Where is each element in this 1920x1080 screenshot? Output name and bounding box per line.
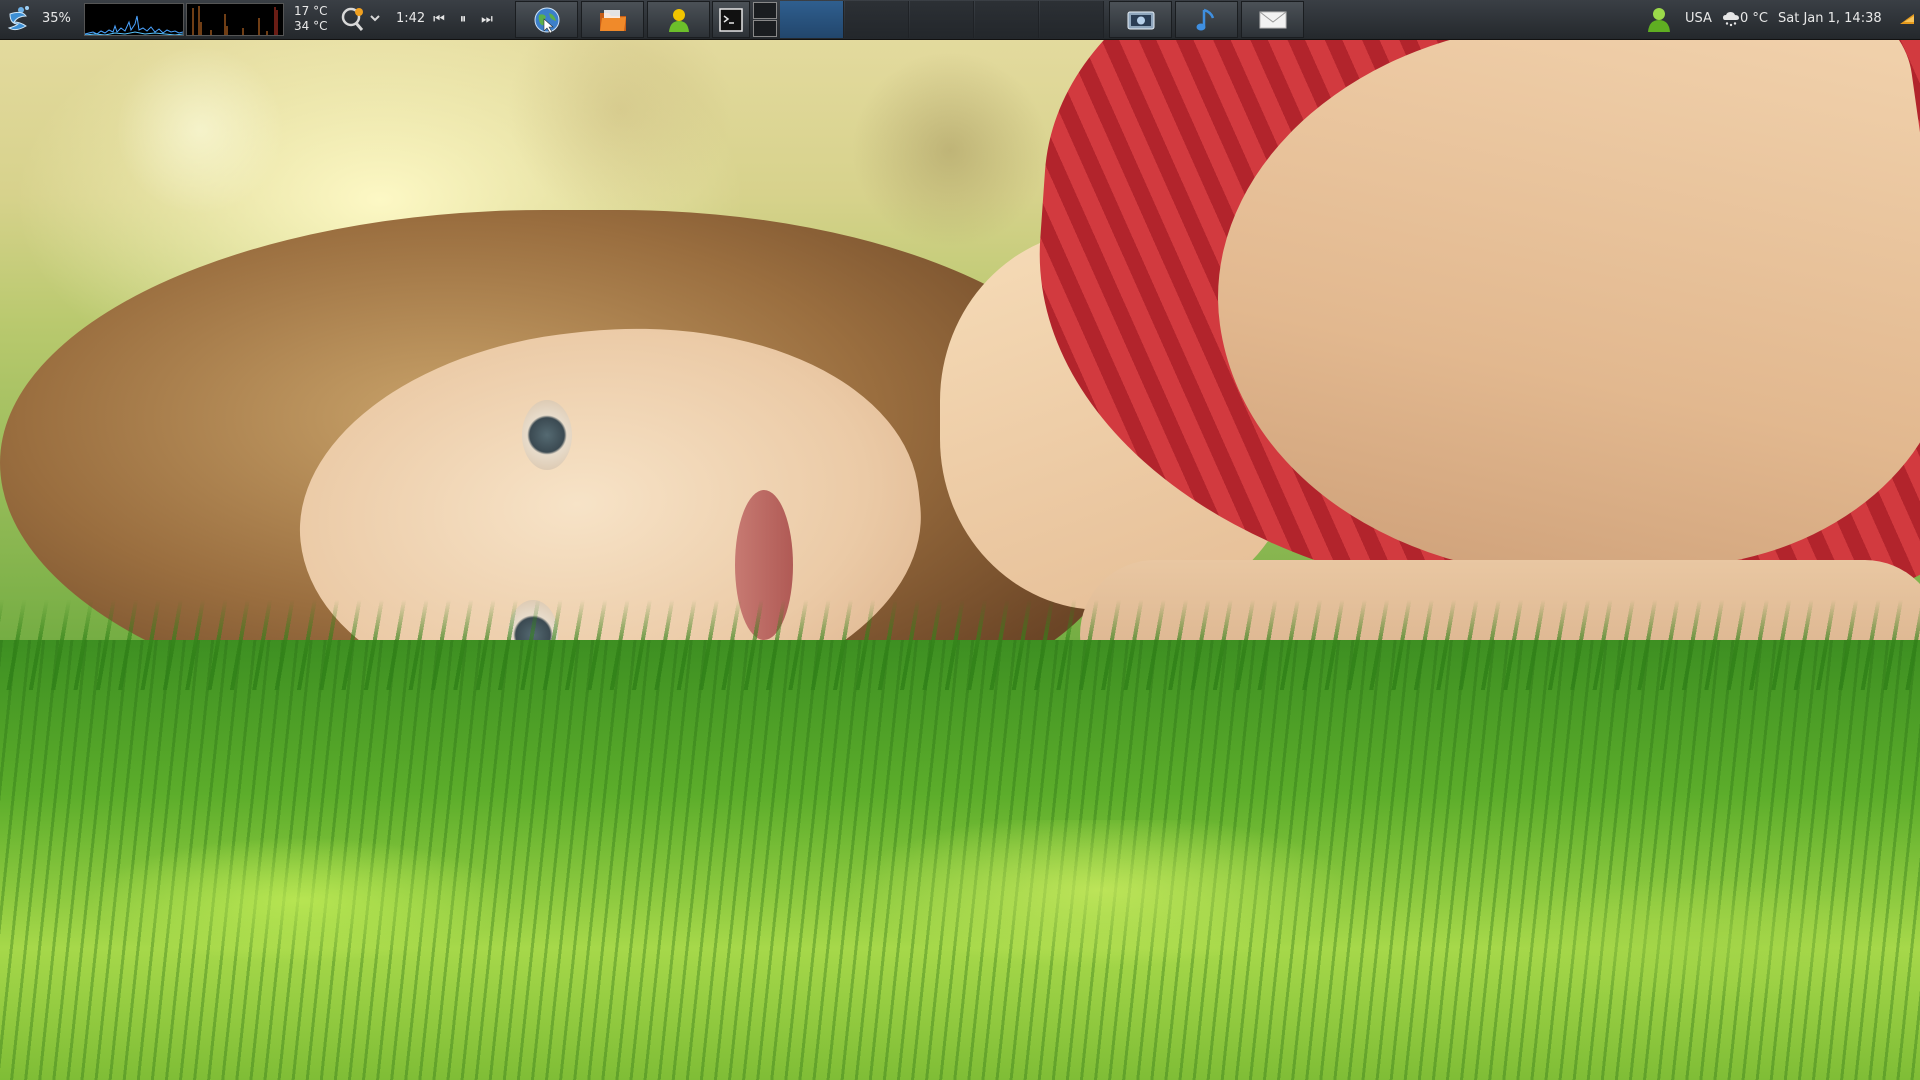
terminal-icon (719, 7, 743, 32)
workspace-3[interactable] (910, 1, 974, 38)
media-elapsed-time: 1:42 (396, 11, 426, 26)
chat-contact-icon (668, 8, 689, 32)
wallpaper-grass-foreground (0, 820, 1920, 1080)
application-menu-button[interactable] (4, 4, 34, 34)
browser-launcher[interactable] (515, 1, 578, 38)
folder-icon (599, 9, 626, 31)
weather-tool-icon (341, 7, 380, 31)
media-previous-button[interactable]: ⏮ (430, 10, 448, 28)
application-menu-icon (7, 6, 29, 31)
weather-tool-button[interactable] (339, 5, 385, 33)
system-monitor-plot (192, 6, 278, 35)
top-panel: 35% 17 °C 34 °C 1:42 ⏮ ⏸ ⏭ USA 0 °C Sat … (0, 0, 1920, 40)
media-next-button[interactable]: ⏭ (478, 10, 496, 28)
globe-icon (534, 7, 559, 33)
wallpaper-grass-tips (0, 600, 1920, 690)
wallpaper-eye (522, 400, 572, 470)
workspace-5[interactable] (1040, 1, 1104, 38)
desktop[interactable]: 35% 17 °C 34 °C 1:42 ⏮ ⏸ ⏭ USA 0 °C Sat … (0, 0, 1920, 1080)
network-graph[interactable] (84, 3, 184, 36)
clock[interactable]: Sat Jan 1, 14:38 (1778, 12, 1882, 26)
terminal-launcher[interactable] (712, 1, 750, 38)
network-graph-plot (84, 15, 184, 36)
window-pager[interactable] (753, 2, 777, 37)
file-manager-launcher[interactable] (581, 1, 644, 38)
system-monitor-graph[interactable] (186, 3, 284, 36)
workspace-2[interactable] (845, 1, 909, 38)
temperature-readout: 17 °C 34 °C (294, 4, 327, 34)
wallpaper (0, 0, 1920, 1080)
weather-temperature: 0 °C (1740, 11, 1768, 26)
temperature-line: 34 °C (294, 19, 328, 33)
screenshot-launcher[interactable] (1109, 1, 1172, 38)
user-icon (1648, 8, 1670, 32)
workspace-1[interactable] (780, 1, 844, 38)
music-player-launcher[interactable] (1175, 1, 1238, 38)
cpu-percent: 35% (42, 11, 71, 26)
keyboard-layout[interactable]: USA (1685, 12, 1712, 26)
pager-cell[interactable] (753, 20, 777, 37)
messenger-launcher[interactable] (647, 1, 710, 38)
music-note-icon (1196, 8, 1214, 30)
temperature-line: 17 °C (294, 4, 328, 18)
media-pause-button[interactable]: ⏸ (454, 10, 472, 28)
panel-corner-button[interactable] (1898, 10, 1916, 26)
screenshot-icon (1127, 11, 1154, 29)
weather-status[interactable] (1722, 11, 1740, 27)
pager-cell[interactable] (753, 2, 777, 19)
envelope-icon (1259, 11, 1286, 28)
snow-cloud-icon (1723, 12, 1739, 27)
mail-launcher[interactable] (1241, 1, 1304, 38)
panel-corner-icon (1900, 14, 1914, 24)
user-status-button[interactable] (1645, 5, 1673, 33)
workspace-4[interactable] (975, 1, 1039, 38)
